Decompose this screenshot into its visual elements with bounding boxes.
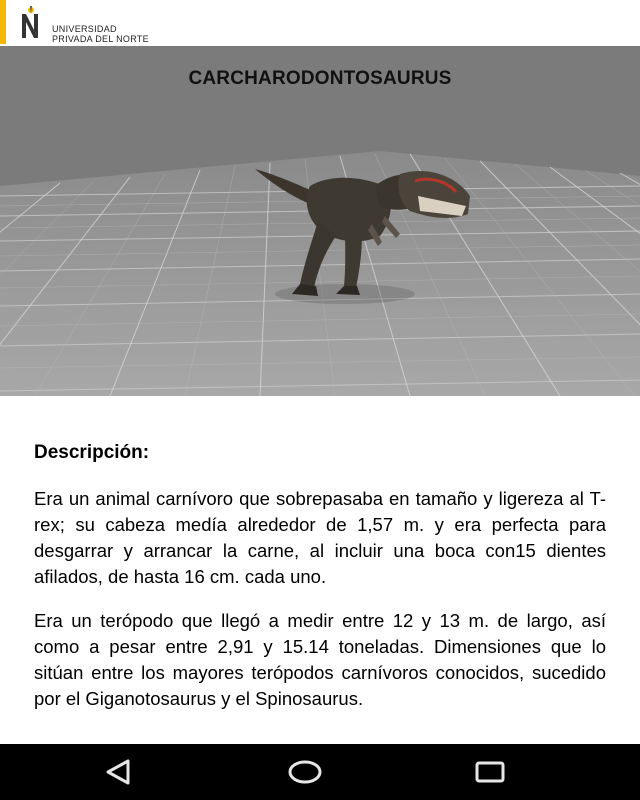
recents-square-icon <box>475 761 505 783</box>
logo-line-2: PRIVADA DEL NORTE <box>52 34 149 44</box>
back-triangle-icon <box>106 759 130 785</box>
model-viewer[interactable]: CARCHARODONTOSAURUS <box>0 46 640 396</box>
floor-grid <box>0 151 640 396</box>
app-header: UNIVERSIDAD PRIVADA DEL NORTE <box>0 0 640 46</box>
system-nav-bar <box>0 744 640 800</box>
description-paragraph: Era un animal carnívoro que sobrepasaba … <box>34 488 606 587</box>
description-paragraph: Era un terópodo que llegó a medir entre … <box>34 610 606 709</box>
back-button[interactable] <box>88 754 148 790</box>
home-circle-icon <box>288 760 322 784</box>
logo-text: UNIVERSIDAD PRIVADA DEL NORTE <box>52 24 149 44</box>
university-logo: UNIVERSIDAD PRIVADA DEL NORTE <box>16 6 156 44</box>
model-title: CARCHARODONTOSAURUS <box>188 68 452 89</box>
accent-bar <box>0 0 6 44</box>
description-section: Descripción: Era un animal carnívoro que… <box>34 440 606 730</box>
logo-line-1: UNIVERSIDAD <box>52 24 117 34</box>
university-logo-icon <box>22 6 38 38</box>
home-button[interactable] <box>275 754 335 790</box>
recents-button[interactable] <box>460 754 520 790</box>
description-heading: Descripción: <box>34 442 150 463</box>
